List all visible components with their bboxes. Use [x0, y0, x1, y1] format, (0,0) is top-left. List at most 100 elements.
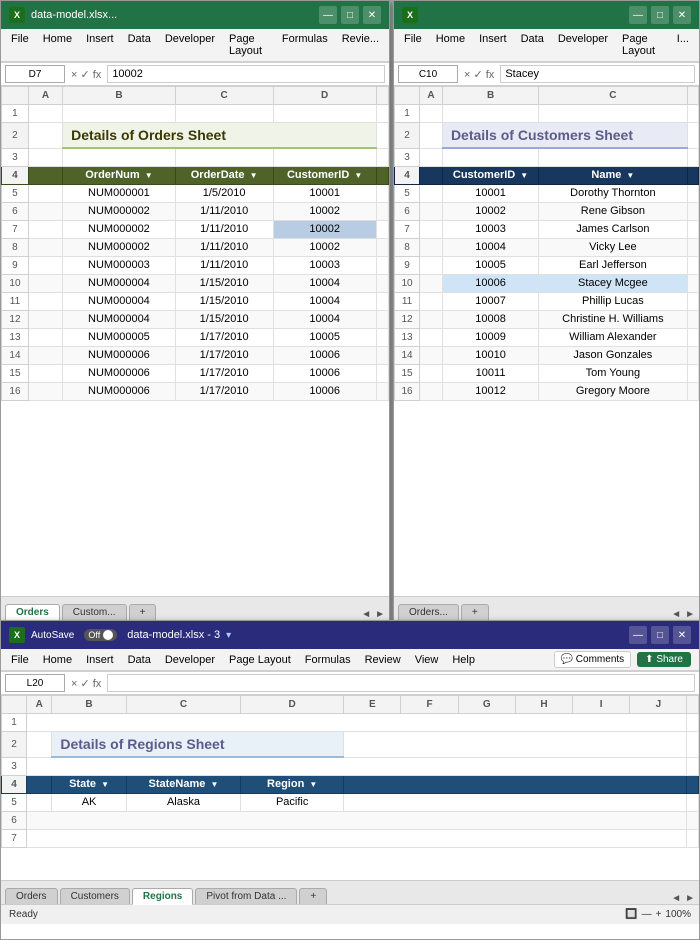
close-btn-tr[interactable]: ✕ [673, 6, 691, 24]
table-row[interactable]: 11 10007 Phillip Lucas [395, 292, 699, 310]
share-button[interactable]: ⬆ Share [637, 652, 691, 667]
name-box-tr[interactable] [398, 65, 458, 83]
tab-customers-b[interactable]: Customers [60, 888, 130, 904]
tab-orders-tr[interactable]: Orders... [398, 604, 459, 620]
menu-file-b[interactable]: File [5, 652, 35, 668]
menu-developer-tr[interactable]: Developer [552, 31, 614, 59]
menu-insert-tr[interactable]: Insert [473, 31, 513, 59]
col-f-b[interactable]: F [401, 696, 458, 714]
top-left-sheet-area: A B C D 1 2 Details of Orders Sheet [1, 86, 389, 596]
table-row[interactable]: 12 NUM000004 1/15/2010 10004 [2, 310, 389, 328]
tab-add-tl[interactable]: + [129, 604, 157, 620]
formula-input-b[interactable] [107, 674, 695, 692]
menu-review-b[interactable]: Review [359, 652, 407, 668]
menu-data-tr[interactable]: Data [515, 31, 550, 59]
col-c-tl[interactable]: C [175, 87, 273, 105]
col-c-b[interactable]: C [126, 696, 240, 714]
menu-formulas-tl[interactable]: Formulas [276, 31, 334, 59]
maximize-btn-tl[interactable]: □ [341, 6, 359, 24]
table-row[interactable]: 8 10004 Vicky Lee [395, 238, 699, 256]
col-a-tr[interactable]: A [420, 87, 443, 105]
menu-developer-tl[interactable]: Developer [159, 31, 221, 59]
tab-pivot-b[interactable]: Pivot from Data ... [195, 888, 297, 904]
menu-developer-b[interactable]: Developer [159, 652, 221, 668]
maximize-btn-tr[interactable]: □ [651, 6, 669, 24]
menu-home-tr[interactable]: Home [430, 31, 471, 59]
minimize-btn-tl[interactable]: — [319, 6, 337, 24]
name-box-tl[interactable] [5, 65, 65, 83]
table-row[interactable]: 8 NUM000002 1/11/2010 10002 [2, 238, 389, 256]
table-row[interactable]: 13 NUM000005 1/17/2010 10005 [2, 328, 389, 346]
col-d-tl[interactable]: D [273, 87, 376, 105]
formula-sep-tr: × ✓ fx [462, 68, 496, 81]
autosave-toggle[interactable]: Off [84, 629, 117, 641]
table-row[interactable]: 5 NUM000001 1/5/2010 10001 [2, 184, 389, 202]
table-row[interactable]: 6 NUM000002 1/11/2010 10002 [2, 202, 389, 220]
ribbon-actions: 💬 Comments ⬆ Share [546, 649, 699, 670]
table-row[interactable]: 15 NUM000006 1/17/2010 10006 [2, 364, 389, 382]
formula-input-tl[interactable] [107, 65, 385, 83]
col-c-tr[interactable]: C [539, 87, 687, 105]
table-row[interactable]: 7 NUM000002 1/11/2010 10002 [2, 220, 389, 238]
menu-pagelayout-tr[interactable]: Page Layout [616, 31, 669, 59]
table-row[interactable]: 14 NUM000006 1/17/2010 10006 [2, 346, 389, 364]
menu-i-tr[interactable]: I... [671, 31, 695, 59]
minimize-btn-b[interactable]: — [629, 626, 647, 644]
table-row[interactable]: 13 10009 William Alexander [395, 328, 699, 346]
close-btn-b[interactable]: ✕ [673, 626, 691, 644]
tab-custom-tl[interactable]: Custom... [62, 604, 127, 620]
table-row[interactable]: 9 10005 Earl Jefferson [395, 256, 699, 274]
menu-home-tl[interactable]: Home [37, 31, 78, 59]
close-btn-tl[interactable]: ✕ [363, 6, 381, 24]
menu-pagelayout-tl[interactable]: Page Layout [223, 31, 274, 59]
table-row[interactable]: 5 AK Alaska Pacific [2, 793, 699, 811]
menu-help-b[interactable]: Help [446, 652, 481, 668]
col-a-tl[interactable]: A [28, 87, 62, 105]
menu-insert-b[interactable]: Insert [80, 652, 120, 668]
table-row[interactable]: 5 10001 Dorothy Thornton [395, 184, 699, 202]
table-row[interactable]: 16 10012 Gregory Moore [395, 382, 699, 400]
table-row[interactable]: 10 NUM000004 1/15/2010 10004 [2, 274, 389, 292]
table-row[interactable]: 12 10008 Christine H. Williams [395, 310, 699, 328]
formula-input-tr[interactable] [500, 65, 695, 83]
top-right-tabs-bar: Orders... + ◄► [394, 596, 699, 620]
tab-orders-tl[interactable]: Orders [5, 604, 60, 621]
col-d-b[interactable]: D [241, 696, 344, 714]
menu-pagelayout-b[interactable]: Page Layout [223, 652, 297, 668]
autosave-state: Off [88, 630, 100, 640]
tab-regions-b[interactable]: Regions [132, 888, 193, 905]
col-a-b[interactable]: A [27, 696, 52, 714]
menu-data-b[interactable]: Data [122, 652, 157, 668]
tab-add-b[interactable]: + [299, 888, 327, 904]
menu-file-tl[interactable]: File [5, 31, 35, 59]
menu-review-tl[interactable]: Revie... [336, 31, 385, 59]
menu-data-tl[interactable]: Data [122, 31, 157, 59]
col-j-b[interactable]: J [630, 696, 687, 714]
menu-view-b[interactable]: View [409, 652, 445, 668]
maximize-btn-b[interactable]: □ [651, 626, 669, 644]
table-row[interactable]: 9 NUM000003 1/11/2010 10003 [2, 256, 389, 274]
col-b-tr[interactable]: B [442, 87, 538, 105]
col-b-b[interactable]: B [52, 696, 126, 714]
col-h-b[interactable]: H [515, 696, 572, 714]
table-row[interactable]: 10 10006 Stacey Mcgee [395, 274, 699, 292]
table-row[interactable]: 11 NUM000004 1/15/2010 10004 [2, 292, 389, 310]
menu-file-tr[interactable]: File [398, 31, 428, 59]
table-row[interactable]: 6 10002 Rene Gibson [395, 202, 699, 220]
col-i-b[interactable]: I [573, 696, 630, 714]
table-row[interactable]: 7 10003 James Carlson [395, 220, 699, 238]
menu-formulas-b[interactable]: Formulas [299, 652, 357, 668]
tab-orders-b[interactable]: Orders [5, 888, 58, 904]
col-e-b[interactable]: E [344, 696, 401, 714]
comments-button[interactable]: 💬 Comments [554, 651, 632, 668]
minimize-btn-tr[interactable]: — [629, 6, 647, 24]
table-row[interactable]: 16 NUM000006 1/17/2010 10006 [2, 382, 389, 400]
menu-home-b[interactable]: Home [37, 652, 78, 668]
table-row[interactable]: 15 10011 Tom Young [395, 364, 699, 382]
menu-insert-tl[interactable]: Insert [80, 31, 120, 59]
col-b-tl[interactable]: B [63, 87, 176, 105]
name-box-b[interactable] [5, 674, 65, 692]
col-g-b[interactable]: G [458, 696, 515, 714]
table-row[interactable]: 14 10010 Jason Gonzales [395, 346, 699, 364]
tab-add-tr[interactable]: + [461, 604, 489, 620]
